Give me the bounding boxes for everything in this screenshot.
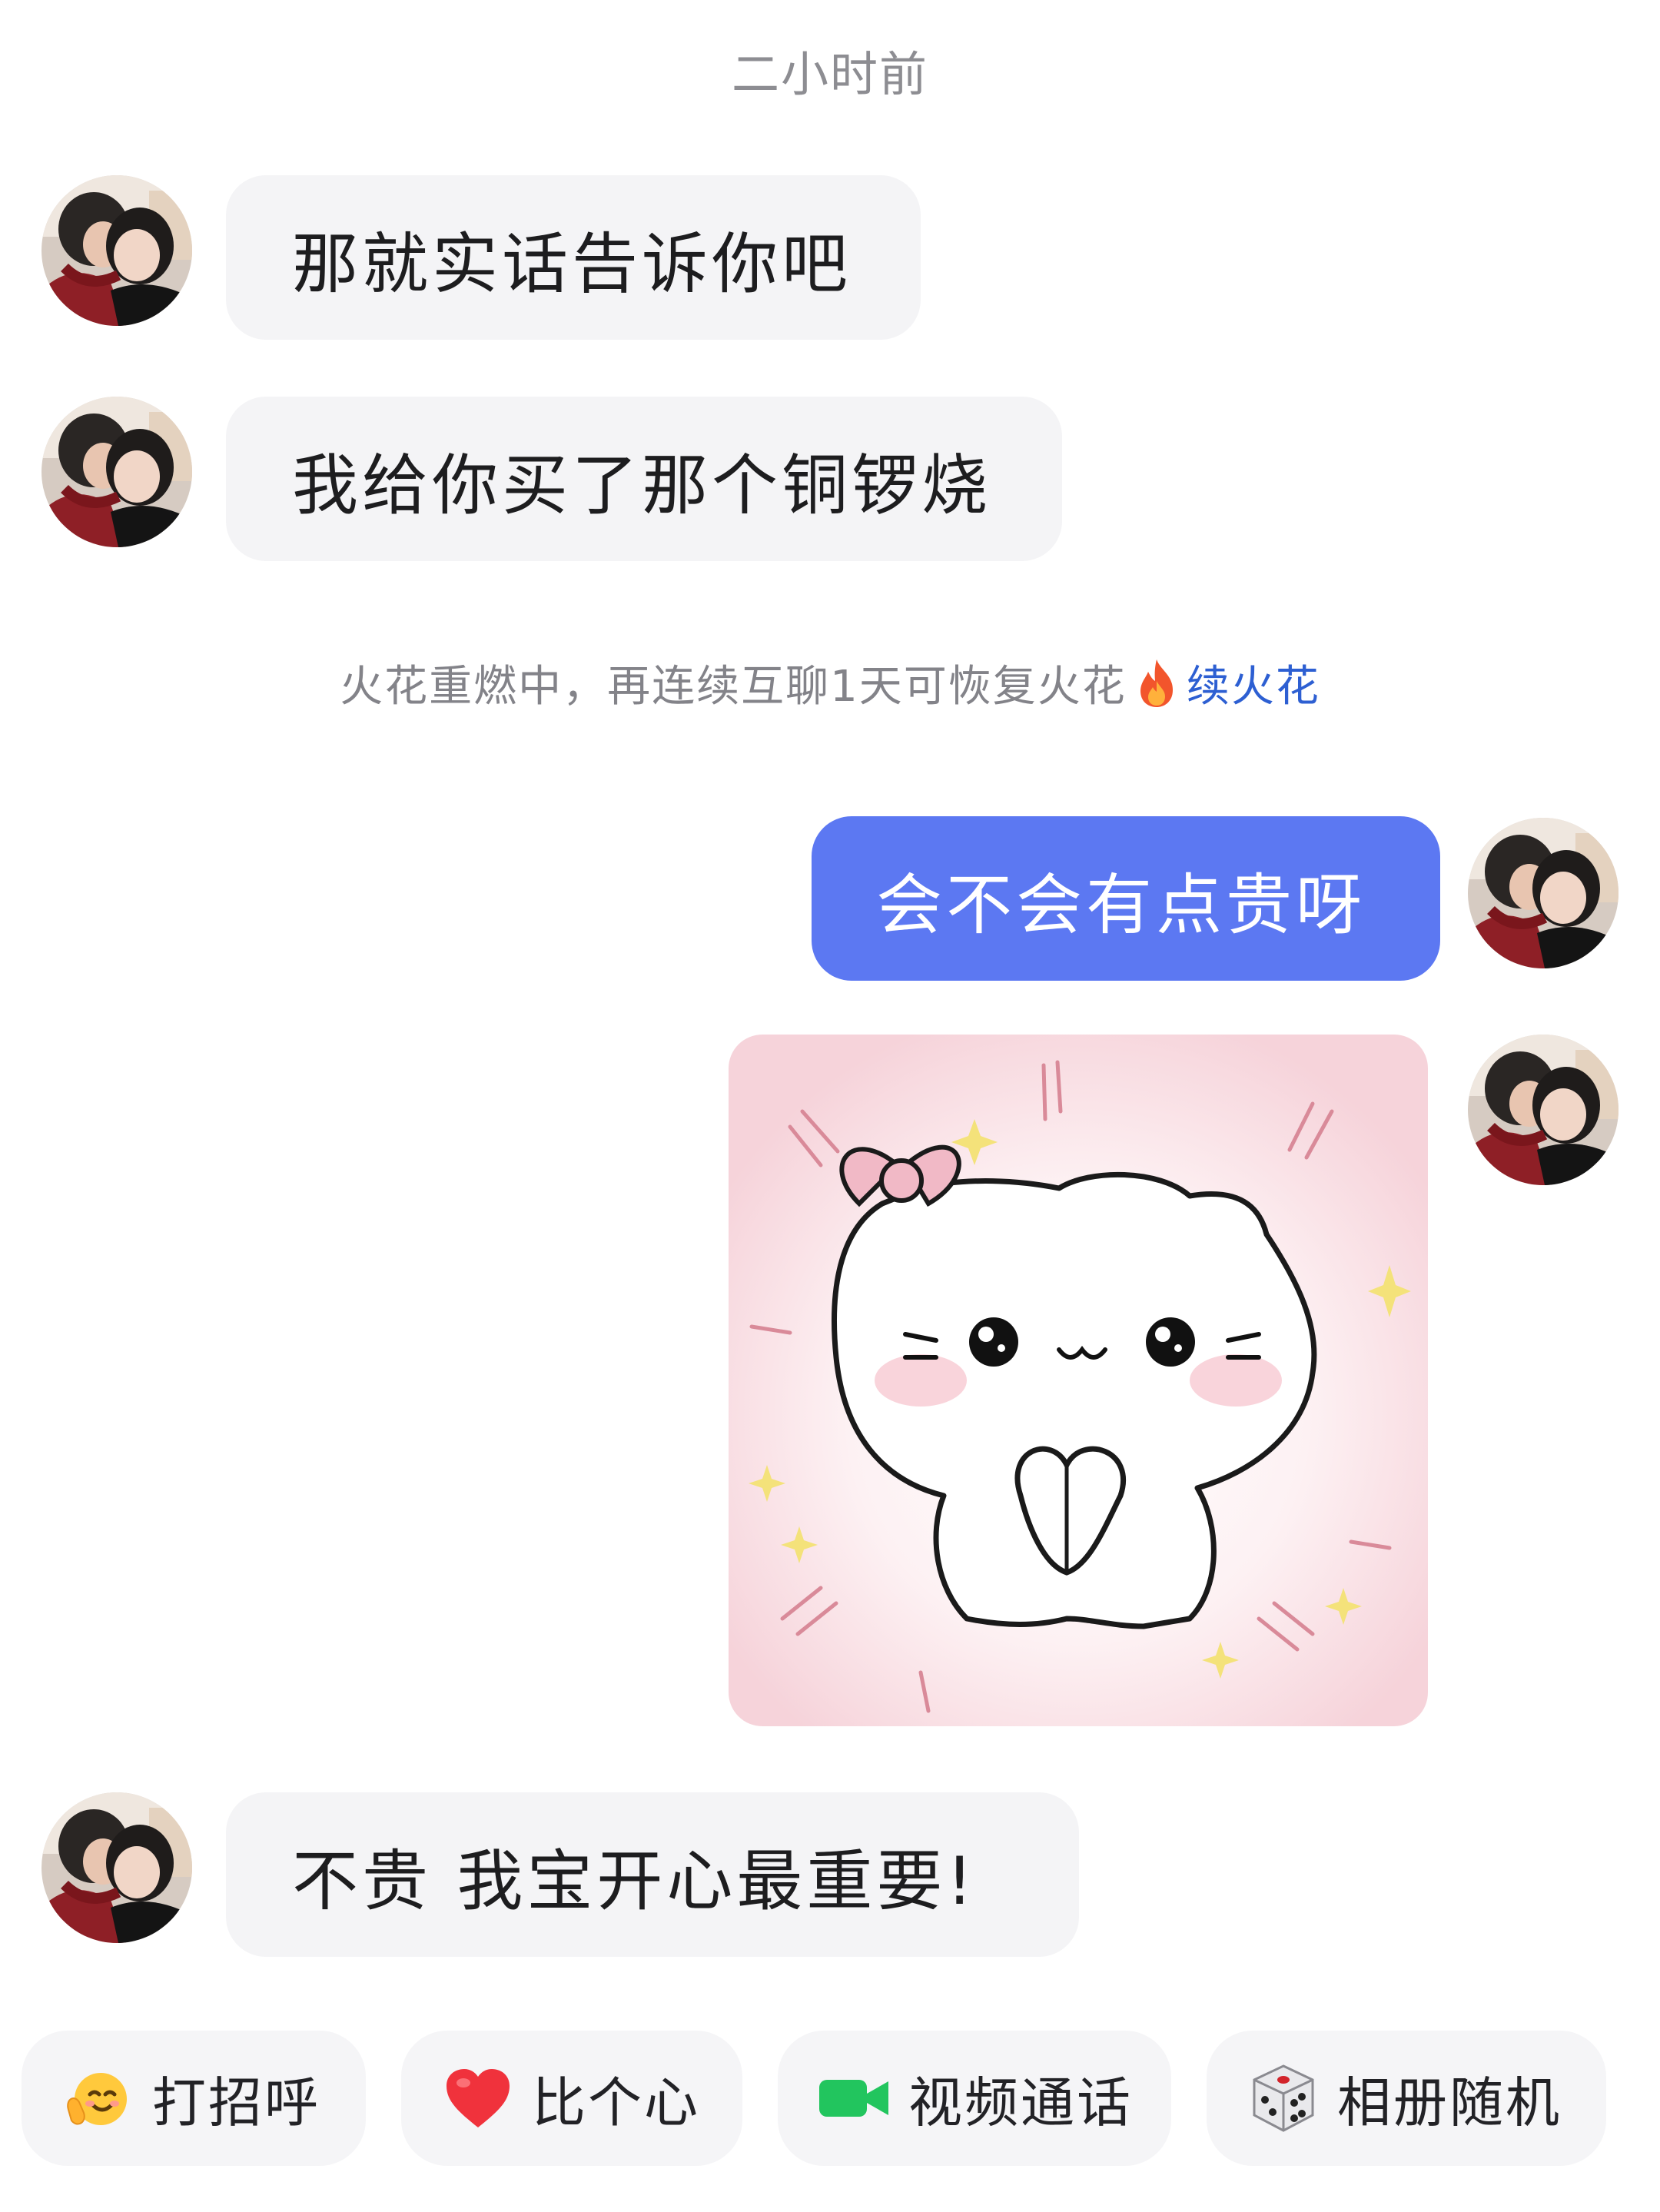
- quick-action-label: 打招呼: [152, 2071, 320, 2134]
- message-timestamp: 二小时前: [731, 46, 928, 102]
- contact-avatar[interactable]: [42, 175, 192, 326]
- streak-notice: 火花重燃中，再连续互聊1天可恢复火花 续火花: [0, 652, 1660, 714]
- incoming-message-bubble[interactable]: 不贵 我宝开心最重要!: [226, 1792, 1079, 1957]
- quick-action-label: 比个心: [532, 2071, 700, 2134]
- quick-action-label: 相册随机: [1337, 2071, 1562, 2134]
- incoming-message-bubble[interactable]: 我给你买了那个铜锣烧: [226, 397, 1062, 561]
- quick-action-label: 视频通话: [908, 2071, 1133, 2134]
- continue-streak-link[interactable]: 续火花: [1187, 652, 1320, 714]
- send-heart-button[interactable]: 比个心: [401, 2031, 742, 2166]
- contact-avatar[interactable]: [42, 397, 192, 547]
- message-text: 我给你买了那个铜锣烧: [292, 447, 991, 524]
- message-text: 那就实话告诉你吧: [292, 225, 852, 303]
- video-camera-icon: [818, 2061, 891, 2135]
- random-album-button[interactable]: 相册随机: [1207, 2031, 1606, 2166]
- video-call-button[interactable]: 视频通话: [778, 2031, 1171, 2166]
- streak-notice-text: 火花重燃中，再连续互聊1天可恢复火花: [340, 662, 1127, 712]
- message-text: 不贵 我宝开心最重要!: [292, 1842, 977, 1920]
- contact-avatar[interactable]: [42, 1792, 192, 1943]
- sticker-image[interactable]: [729, 1035, 1428, 1726]
- my-avatar[interactable]: [1468, 818, 1618, 968]
- incoming-message-bubble[interactable]: 那就实话告诉你吧: [226, 175, 921, 340]
- outgoing-message-bubble[interactable]: 会不会有点贵呀: [812, 816, 1440, 981]
- waving-face-icon: [61, 2061, 135, 2135]
- fire-icon: [1134, 658, 1179, 709]
- heart-icon: [441, 2061, 515, 2135]
- dice-icon: [1247, 2061, 1320, 2135]
- say-hi-button[interactable]: 打招呼: [22, 2031, 366, 2166]
- quick-action-bar: 打招呼 比个心 视频通话 相册随机: [22, 2031, 1638, 2166]
- message-text: 会不会有点贵呀: [876, 866, 1366, 944]
- my-avatar[interactable]: [1468, 1035, 1618, 1185]
